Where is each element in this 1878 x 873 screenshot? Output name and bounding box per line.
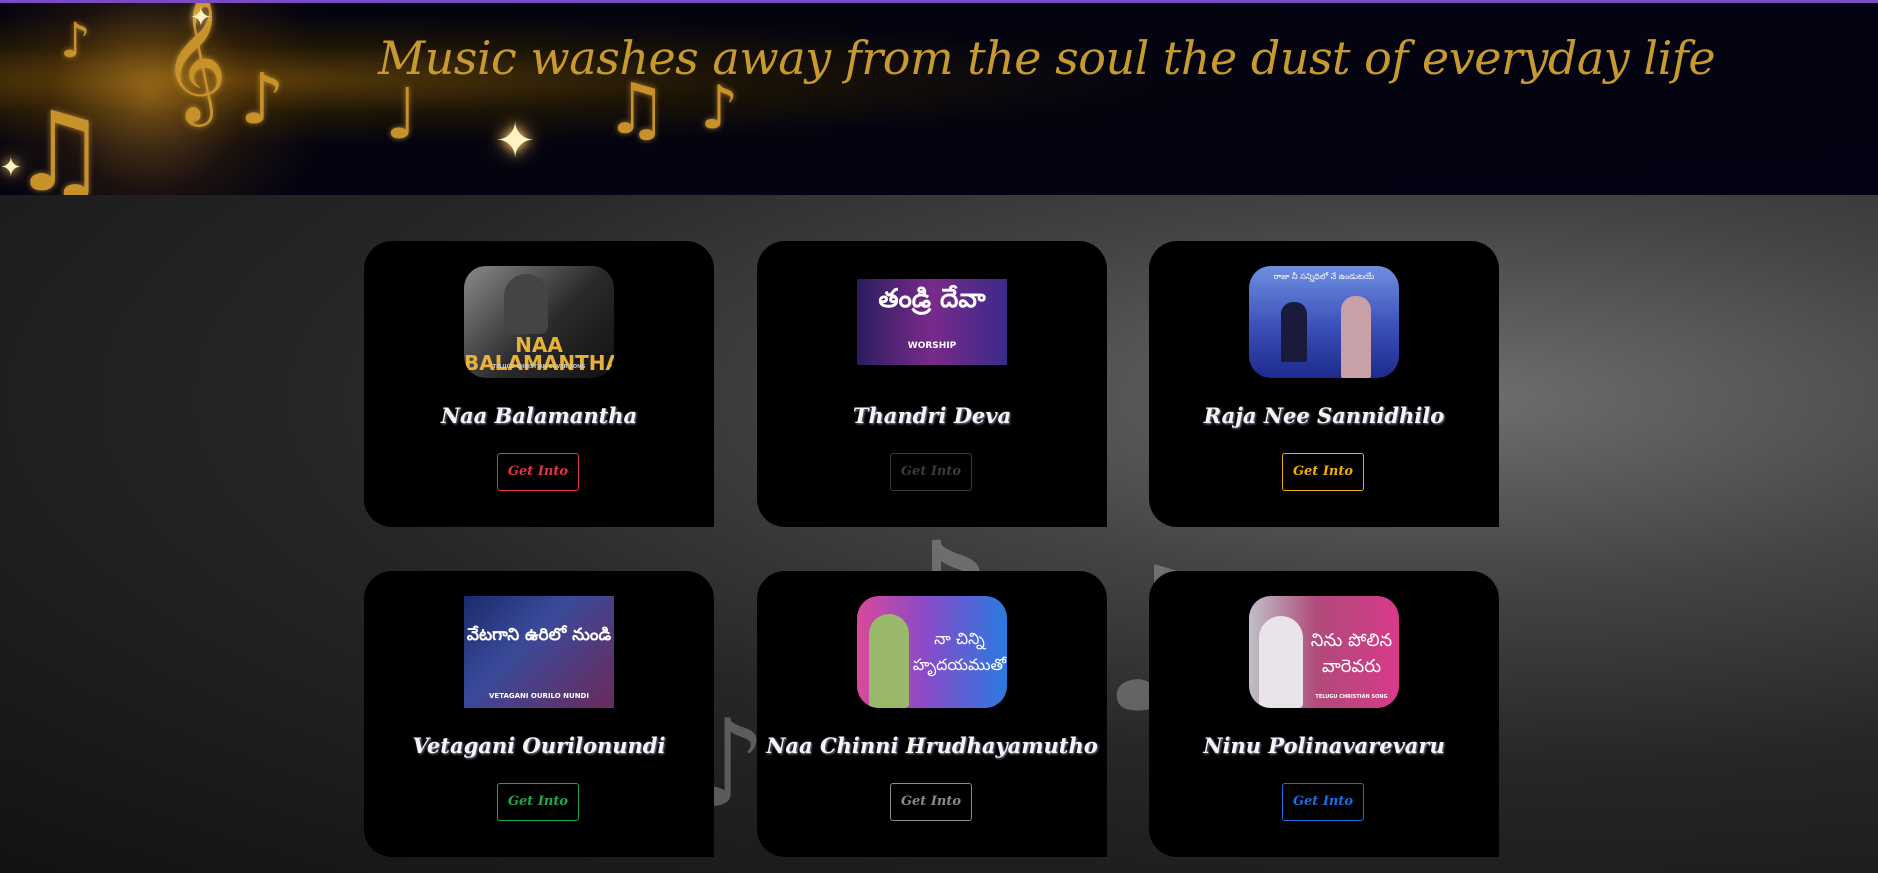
- music-note-icon: ♪: [60, 13, 91, 69]
- thumbnail-subtext: WORSHIP: [907, 341, 957, 351]
- song-thumbnail[interactable]: NAA BALAMANTHA TELUGU CHRISTIAN COVER SO…: [464, 266, 614, 378]
- song-title: Naa Chinni Hrudhayamutho: [766, 733, 1098, 758]
- song-title: Raja Nee Sannidhilo: [1203, 403, 1445, 428]
- song-thumbnail[interactable]: రాజా నీ సన్నిధిలో నే ఉండుటయే: [1249, 266, 1399, 378]
- thumbnail-subtext: TELUGU CHRISTIAN COVER SONG: [492, 364, 586, 370]
- sparkle-icon: ✦: [190, 3, 212, 33]
- song-thumbnail[interactable]: నా చిన్ని హృదయముతో: [857, 596, 1007, 708]
- thumbnail-text: తండ్రి దేవా: [878, 284, 986, 314]
- sparkle-icon: ✦: [495, 113, 536, 169]
- get-into-button[interactable]: Get Into: [890, 783, 972, 821]
- get-into-button[interactable]: Get Into: [890, 453, 972, 491]
- song-card: నా చిన్ని హృదయముతో Naa Chinni Hrudhayamu…: [757, 571, 1107, 857]
- singer-figure: [1341, 296, 1371, 378]
- get-into-button[interactable]: Get Into: [1282, 783, 1364, 821]
- music-note-icon: ♪: [240, 58, 285, 140]
- singer-figure: [1281, 302, 1307, 362]
- song-card: నిను పోలిన వారెవరు TELUGU CHRISTIAN SONG…: [1149, 571, 1499, 857]
- song-title: Vetagani Ourilonundi: [412, 733, 666, 758]
- main-content: ♪ ♫ ♪ NAA BALAMANTHA TELUGU CHRISTIAN CO…: [0, 195, 1878, 873]
- get-into-button[interactable]: Get Into: [1282, 453, 1364, 491]
- banner-quote: Music washes away from the soul the dust…: [378, 31, 1716, 85]
- music-note-icon: ♫: [10, 88, 109, 195]
- thumbnail-text: వేటగాని ఉరిలో నుండి: [466, 625, 612, 645]
- thumbnail-text: నిను పోలిన వారెవరు: [1310, 630, 1393, 677]
- song-title: Ninu Polinavarevaru: [1203, 733, 1445, 758]
- get-into-button[interactable]: Get Into: [497, 783, 579, 821]
- header-banner: 𝄞 ♪ ♪ ♫ ♩ ♫ ♪ ✦ ✦ ✦ Music washes away fr…: [0, 3, 1878, 195]
- singer-figure: [1259, 616, 1303, 708]
- song-thumbnail[interactable]: వేటగాని ఉరిలో నుండి VETAGANI OURILO NUND…: [464, 596, 614, 708]
- thumbnail-text: నా చిన్ని హృదయముతో: [912, 629, 1007, 674]
- song-card: NAA BALAMANTHA TELUGU CHRISTIAN COVER SO…: [364, 241, 714, 527]
- song-thumbnail[interactable]: తండ్రి దేవా WORSHIP: [857, 279, 1007, 365]
- song-card: రాజా నీ సన్నిధిలో నే ఉండుటయే Raja Nee Sa…: [1149, 241, 1499, 527]
- song-thumbnail[interactable]: నిను పోలిన వారెవరు TELUGU CHRISTIAN SONG: [1249, 596, 1399, 708]
- singer-figure: [504, 274, 548, 334]
- thumbnail-subtext: VETAGANI OURILO NUNDI: [489, 692, 589, 700]
- music-note-icon: ♩: [385, 73, 419, 155]
- singer-figure: [869, 614, 909, 708]
- get-into-button[interactable]: Get Into: [497, 453, 579, 491]
- song-card: తండ్రి దేవా WORSHIP Thandri Deva Get Int…: [757, 241, 1107, 527]
- song-title: Thandri Deva: [852, 403, 1012, 428]
- thumbnail-text: రాజా నీ సన్నిధిలో నే ఉండుటయే: [1273, 272, 1375, 281]
- song-title: Naa Balamantha: [440, 403, 638, 428]
- sparkle-icon: ✦: [0, 153, 22, 183]
- thumbnail-subtext: TELUGU CHRISTIAN SONG: [1315, 694, 1388, 700]
- song-card: వేటగాని ఉరిలో నుండి VETAGANI OURILO NUND…: [364, 571, 714, 857]
